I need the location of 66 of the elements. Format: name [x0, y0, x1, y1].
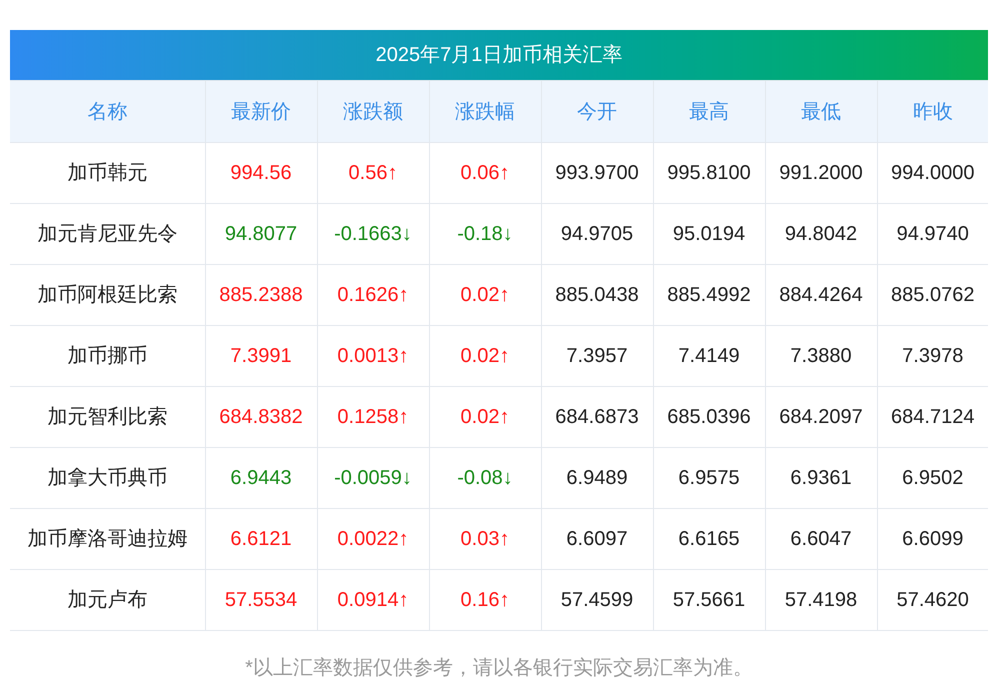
rate-cell: 0.0914↑ — [317, 570, 429, 630]
rate-cell: 0.1258↑ — [317, 386, 429, 448]
rate-cell: 6.9575 — [653, 448, 765, 508]
rate-cell: 0.0013↑ — [317, 326, 429, 386]
currency-pair-cell: 加币阿根廷比索 — [10, 264, 205, 326]
rate-cell: 95.0194 — [653, 204, 765, 264]
rate-cell: 57.4198 — [765, 570, 877, 630]
rate-cell: 94.8077 — [205, 204, 317, 264]
rate-cell: 7.3880 — [765, 326, 877, 386]
rate-cell: 685.0396 — [653, 386, 765, 448]
rate-cell: 6.9443 — [205, 448, 317, 508]
rate-cell: 0.02↑ — [429, 264, 541, 326]
column-header: 名称 — [10, 80, 205, 142]
rate-cell: 0.16↑ — [429, 570, 541, 630]
rate-cell: 0.06↑ — [429, 142, 541, 204]
currency-pair-cell: 加币摩洛哥迪拉姆 — [10, 508, 205, 570]
rate-cell: 995.8100 — [653, 142, 765, 204]
rate-cell: 57.5661 — [653, 570, 765, 630]
rate-cell: 6.9361 — [765, 448, 877, 508]
column-header: 今开 — [541, 80, 653, 142]
rate-cell: 6.6121 — [205, 508, 317, 570]
rate-cell: 7.3991 — [205, 326, 317, 386]
rate-cell: 6.6165 — [653, 508, 765, 570]
table-title: 2025年7月1日加币相关汇率 — [10, 30, 988, 80]
currency-pair-cell: 加元卢布 — [10, 570, 205, 630]
rate-cell: 57.4599 — [541, 570, 653, 630]
rate-cell: 684.8382 — [205, 386, 317, 448]
currency-pair-cell: 加元肯尼亚先令 — [10, 204, 205, 264]
rate-cell: -0.0059↓ — [317, 448, 429, 508]
rate-cell: 0.03↑ — [429, 508, 541, 570]
rate-cell: 994.56 — [205, 142, 317, 204]
rate-cell: 0.02↑ — [429, 326, 541, 386]
column-header: 最高 — [653, 80, 765, 142]
rate-cell: 0.1626↑ — [317, 264, 429, 326]
rate-cell: 6.6047 — [765, 508, 877, 570]
column-header: 涨跌幅 — [429, 80, 541, 142]
rate-cell: 884.4264 — [765, 264, 877, 326]
currency-pair-cell: 加拿大币典币 — [10, 448, 205, 508]
rate-cell: 7.4149 — [653, 326, 765, 386]
rate-cell: 885.0438 — [541, 264, 653, 326]
column-header: 最低 — [765, 80, 877, 142]
rate-cell: -0.18↓ — [429, 204, 541, 264]
disclaimer-note: *以上汇率数据仅供参考，请以各银行实际交易汇率为准。 — [244, 656, 754, 681]
rate-cell: 684.6873 — [541, 386, 653, 448]
column-header: 涨跌额 — [317, 80, 429, 142]
rate-cell: -0.1663↓ — [317, 204, 429, 264]
rate-cell: 94.9705 — [541, 204, 653, 264]
column-header: 昨收 — [877, 80, 988, 142]
rate-cell: 0.02↑ — [429, 386, 541, 448]
currency-pair-cell: 加币韩元 — [10, 142, 205, 204]
rate-cell: 6.9489 — [541, 448, 653, 508]
rate-cell: 6.6097 — [541, 508, 653, 570]
rate-cell: 7.3957 — [541, 326, 653, 386]
rate-cell: -0.08↓ — [429, 448, 541, 508]
rate-cell: 993.9700 — [541, 142, 653, 204]
rate-cell: 57.5534 — [205, 570, 317, 630]
currency-pair-cell: 加元智利比索 — [10, 386, 205, 448]
rate-cell: 684.2097 — [765, 386, 877, 448]
column-header: 最新价 — [205, 80, 317, 142]
rate-cell: 0.56↑ — [317, 142, 429, 204]
currency-pair-cell: 加币挪币 — [10, 326, 205, 386]
rate-cell: 885.2388 — [205, 264, 317, 326]
rate-cell: 885.4992 — [653, 264, 765, 326]
rate-cell: 0.0022↑ — [317, 508, 429, 570]
rate-cell: 991.2000 — [765, 142, 877, 204]
rate-cell: 94.8042 — [765, 204, 877, 264]
